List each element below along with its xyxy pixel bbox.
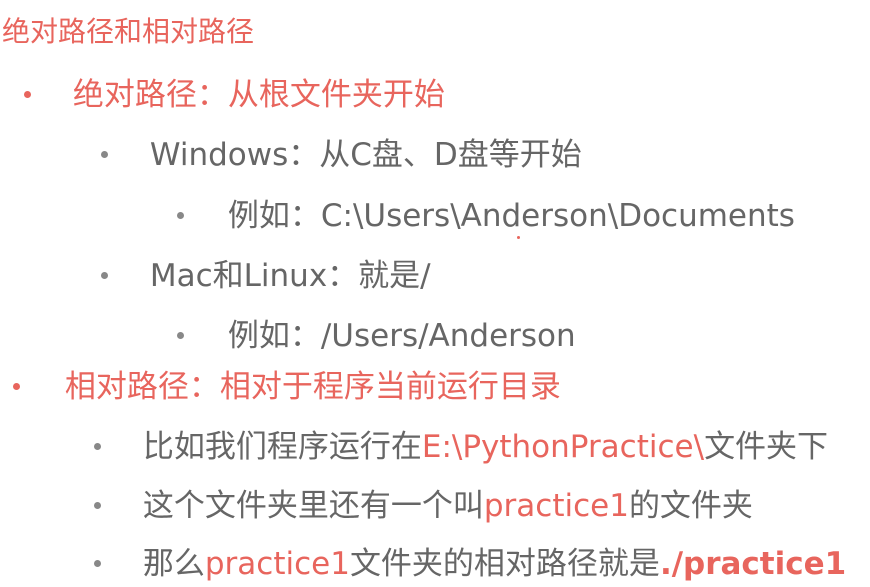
ex3-path: ./practice1 <box>659 546 847 582</box>
bullet-relative-heading: 相对路径：相对于程序当前运行目录 <box>13 372 561 403</box>
bullet-dot-icon <box>177 332 184 339</box>
ex1-prefix: 比如我们程序运行在 <box>142 429 422 465</box>
bullet-windows-example: 例如：C:\Users\Anderson\Documents <box>177 201 795 232</box>
windows-text: Windows：从C盘、D盘等开始 <box>149 137 582 173</box>
bullet-mac-example: 例如：/Users/Anderson <box>177 321 576 352</box>
bullet-dot-icon <box>101 151 108 158</box>
ex1-path: E:\PythonPractice\ <box>421 429 705 465</box>
absolute-heading-text: 绝对路径：从根文件夹开始 <box>72 77 445 113</box>
bullet-windows: Windows：从C盘、D盘等开始 <box>101 140 582 171</box>
bullet-relative-ex2: 这个文件夹里还有一个叫practice1的文件夹 <box>94 491 753 522</box>
bullet-dot-icon <box>101 272 108 279</box>
ex3-name: practice1 <box>204 546 350 582</box>
ex2-name: practice1 <box>483 488 629 524</box>
bullet-mac: Mac和Linux：就是/ <box>101 261 431 292</box>
slide-title: 绝对路径和相对路径 <box>2 15 255 48</box>
stray-mark <box>517 236 520 239</box>
slide: 绝对路径和相对路径 绝对路径：从根文件夹开始 Windows：从C盘、D盘等开始… <box>0 0 870 587</box>
bullet-dot-icon <box>94 443 101 450</box>
mac-text: Mac和Linux：就是/ <box>149 258 431 294</box>
ex3-middle: 文件夹的相对路径就是 <box>349 546 660 582</box>
bullet-dot-icon <box>94 560 101 567</box>
ex2-suffix: 的文件夹 <box>628 488 753 524</box>
bullet-dot-icon <box>94 502 101 509</box>
bullet-relative-ex1: 比如我们程序运行在E:\PythonPractice\文件夹下 <box>94 432 828 463</box>
bullet-dot-icon <box>177 212 184 219</box>
ex1-suffix: 文件夹下 <box>704 429 829 465</box>
windows-example-text: 例如：C:\Users\Anderson\Documents <box>227 198 795 234</box>
bullet-dot-icon <box>24 91 31 98</box>
bullet-relative-ex3: 那么practice1文件夹的相对路径就是./practice1 <box>94 549 846 580</box>
ex2-prefix: 这个文件夹里还有一个叫 <box>142 488 484 524</box>
bullet-dot-icon <box>13 383 20 390</box>
bullet-absolute-heading: 绝对路径：从根文件夹开始 <box>24 80 445 111</box>
ex3-prefix: 那么 <box>142 546 205 582</box>
mac-example-text: 例如：/Users/Anderson <box>227 318 576 354</box>
relative-heading-text: 相对路径：相对于程序当前运行目录 <box>64 369 561 405</box>
